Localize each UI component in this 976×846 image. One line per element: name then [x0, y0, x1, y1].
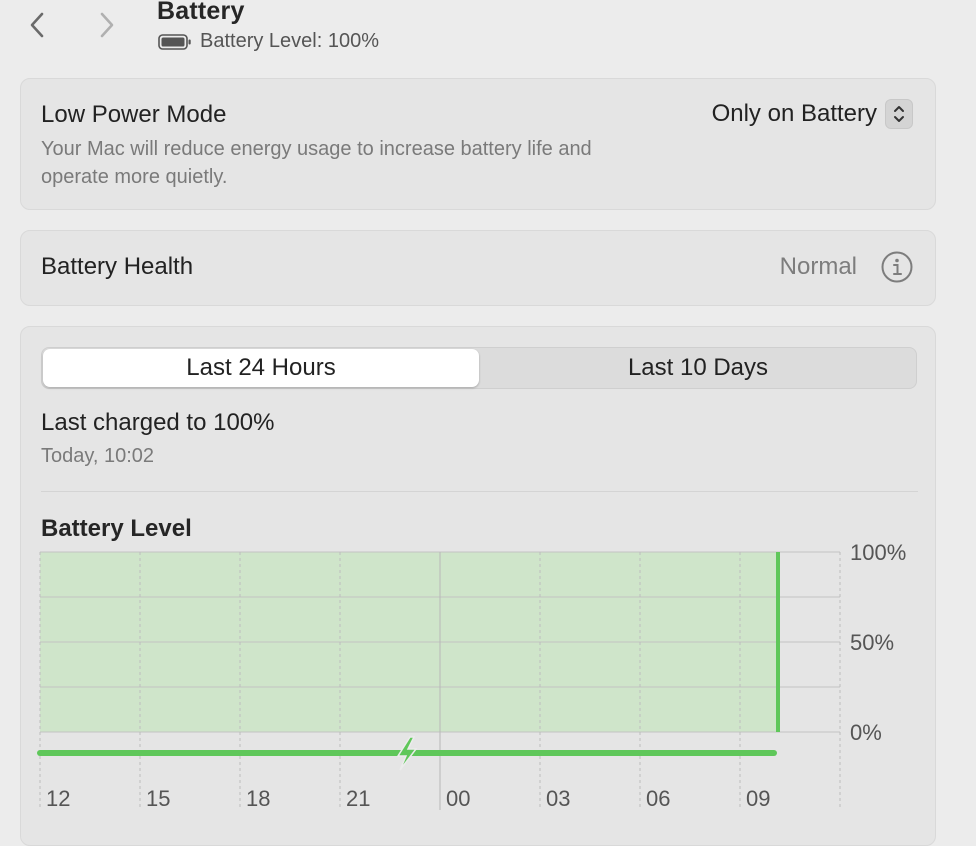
x-tick-label: 21	[346, 786, 370, 811]
y-tick-label: 50%	[850, 630, 894, 655]
x-tick-label: 15	[146, 786, 170, 811]
x-tick-label: 09	[746, 786, 770, 811]
x-tick-label: 12	[46, 786, 70, 811]
x-tick-label: 18	[246, 786, 270, 811]
y-tick-label: 100%	[850, 540, 906, 565]
x-tick-label: 00	[446, 786, 470, 811]
battery-level-chart: 100% 50% 0% 12 15 18 21 00 03 06 09	[37, 540, 906, 811]
y-tick-label: 0%	[850, 720, 882, 745]
charging-bolt-icon	[396, 736, 418, 771]
x-tick-label: 06	[646, 786, 670, 811]
x-tick-label: 03	[546, 786, 570, 811]
